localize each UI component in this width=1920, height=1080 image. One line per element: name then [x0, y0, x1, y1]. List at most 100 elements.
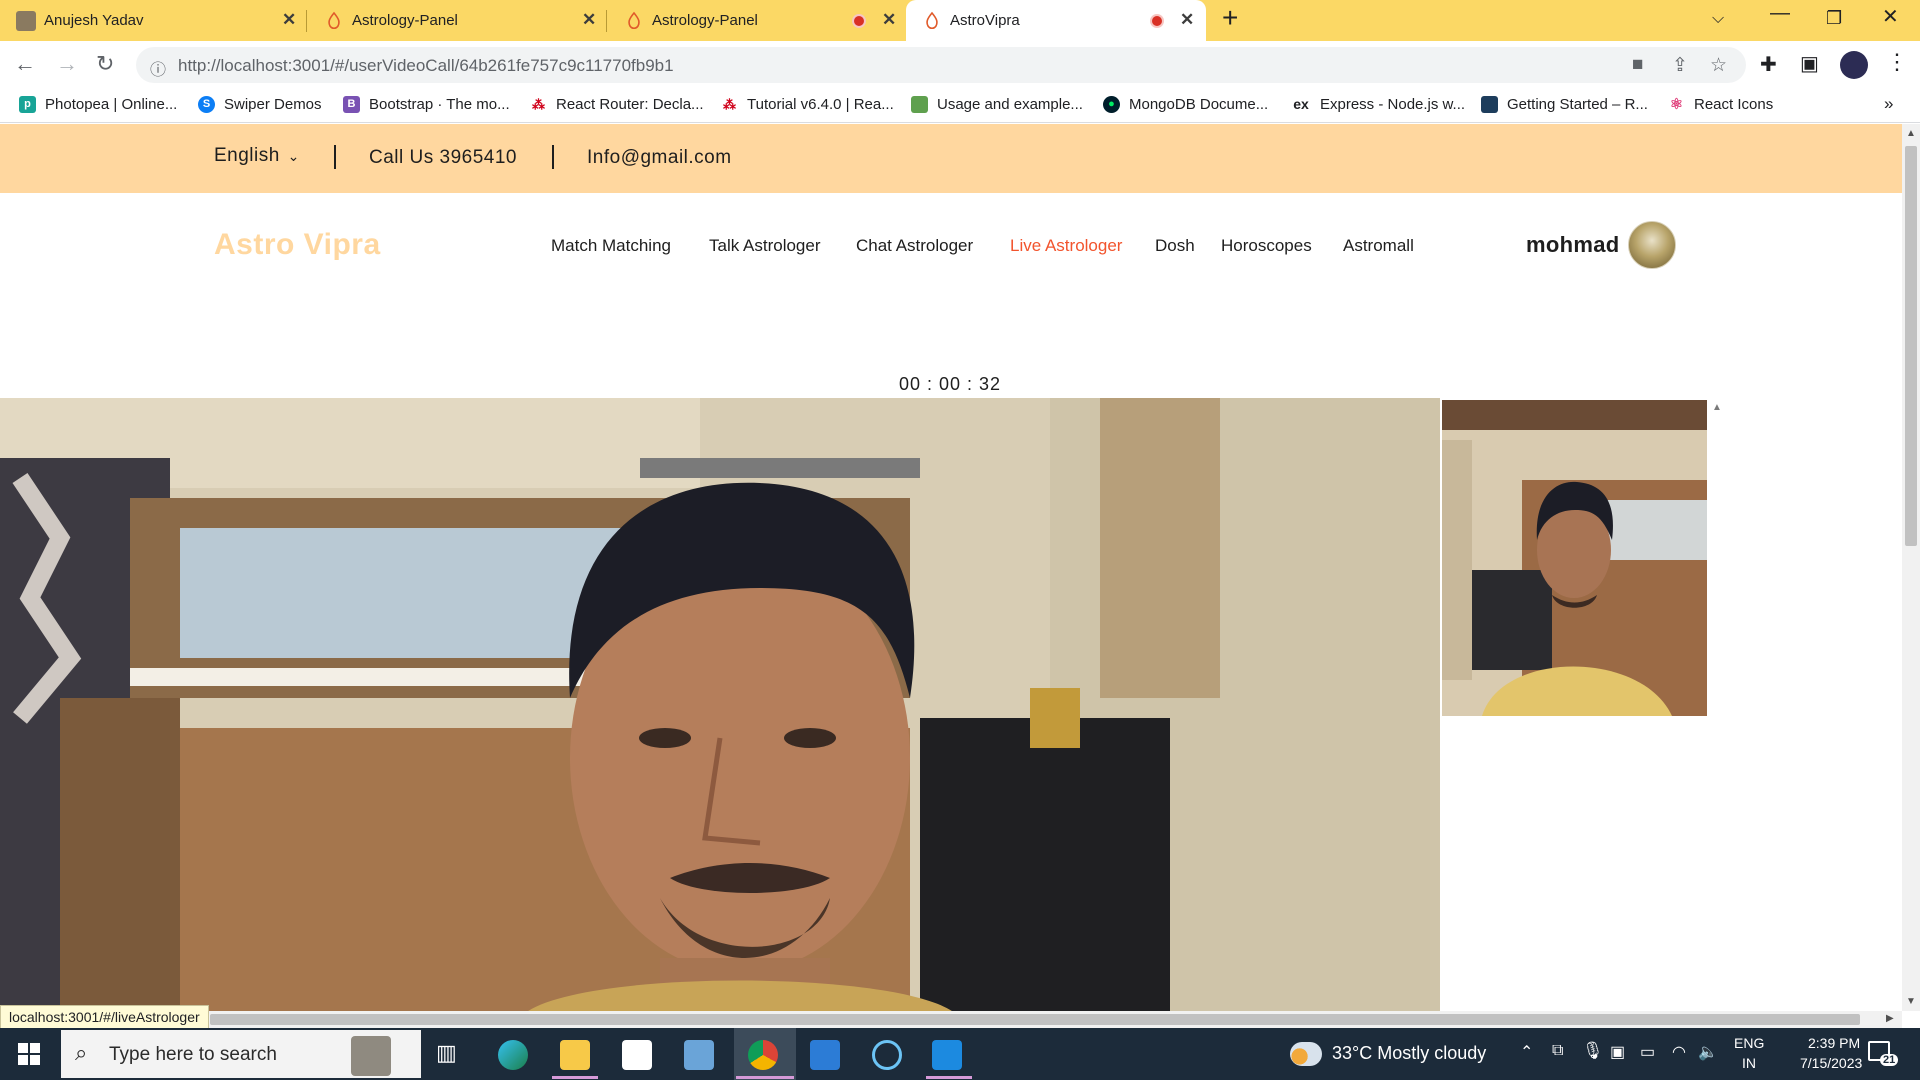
app-icon[interactable] — [684, 1040, 714, 1070]
browser-menu-icon[interactable]: ⋮ — [1886, 49, 1908, 75]
show-hidden-icons-icon[interactable]: ⌃ — [1520, 1042, 1533, 1062]
close-window-icon[interactable]: ✕ — [1882, 4, 1899, 29]
back-icon[interactable]: ← — [14, 51, 36, 77]
camera-icon[interactable]: ■ — [1632, 54, 1643, 76]
scroll-up-icon[interactable]: ▲ — [1906, 128, 1916, 139]
battery-icon[interactable]: ▭ — [1640, 1042, 1655, 1062]
cortana-icon[interactable] — [872, 1040, 902, 1070]
wifi-icon[interactable]: ◠ — [1672, 1042, 1686, 1062]
search-icon: ⌕ — [75, 1040, 88, 1065]
language-selector[interactable]: English ⌄ — [214, 145, 300, 167]
vscode-icon[interactable] — [932, 1040, 962, 1070]
nav-dosh[interactable]: Dosh — [1155, 236, 1195, 256]
clock-date[interactable]: 7/15/2023 — [1800, 1055, 1862, 1071]
microphone-icon[interactable]: 🎙 — [1582, 1041, 1604, 1061]
bookmark-item[interactable]: ● MongoDB Docume... — [1103, 96, 1268, 113]
bookmark-item[interactable]: S Swiper Demos — [198, 96, 322, 113]
tab-close-icon[interactable]: ✕ — [282, 10, 296, 30]
task-view-icon[interactable]: ▥ — [436, 1040, 457, 1066]
bookmark-item[interactable]: ⁂ Tutorial v6.4.0 | Rea... — [721, 96, 894, 113]
language-bottom[interactable]: IN — [1742, 1055, 1756, 1071]
bookmark-label: MongoDB Docume... — [1129, 96, 1269, 113]
new-tab-icon[interactable]: + — [1222, 2, 1238, 34]
tab-close-icon[interactable]: ✕ — [882, 10, 896, 30]
tab-divider — [306, 10, 307, 32]
tab-close-icon[interactable]: ✕ — [582, 10, 596, 30]
volume-icon[interactable]: 🔈 — [1698, 1042, 1718, 1062]
photopea-icon: p — [19, 96, 36, 113]
nav-talk-astrologer[interactable]: Talk Astrologer — [709, 236, 821, 256]
tab-search-chevron-icon[interactable]: ⌵ — [1712, 10, 1724, 28]
bookmark-star-icon[interactable]: ☆ — [1710, 54, 1727, 77]
remote-video-feed[interactable] — [0, 398, 1440, 1011]
browser-tab[interactable]: Anujesh Yadav ✕ — [0, 0, 300, 41]
nav-chat-astrologer[interactable]: Chat Astrologer — [856, 236, 973, 256]
restore-icon[interactable]: ❐ — [1826, 8, 1842, 29]
nav-astromall[interactable]: Astromall — [1343, 236, 1414, 256]
bookmark-item[interactable]: ⚛ React Icons — [1668, 96, 1773, 113]
remote-video-frame — [0, 398, 1440, 1011]
contact-topbar: English ⌄ Call Us 3965410 Info@gmail.com — [0, 124, 1902, 193]
bookmark-item[interactable]: ex Express - Node.js w... — [1291, 96, 1465, 113]
scrollbar-thumb[interactable] — [210, 1014, 1860, 1025]
meet-now-icon[interactable]: ⧉ — [1552, 1042, 1563, 1060]
email-text: Info@gmail.com — [587, 147, 732, 168]
bookmark-item[interactable]: Usage and example... — [911, 96, 1083, 113]
profile-avatar[interactable] — [1840, 51, 1868, 79]
bookmark-item[interactable]: Getting Started – R... — [1481, 96, 1648, 113]
user-avatar[interactable] — [1628, 221, 1676, 269]
self-video-feed[interactable] — [1442, 400, 1707, 716]
page-horizontal-scrollbar[interactable]: ▶ — [0, 1011, 1902, 1028]
scroll-right-icon[interactable]: ▶ — [1886, 1013, 1894, 1024]
browser-tab-active[interactable]: AstroVipra ✕ — [906, 0, 1206, 41]
edge-browser-icon[interactable] — [498, 1040, 528, 1070]
page-vertical-scrollbar[interactable]: ▲ ▼ — [1902, 124, 1920, 1011]
nav-horoscopes[interactable]: Horoscopes — [1221, 236, 1312, 256]
call-timer: 00 : 00 : 32 — [898, 374, 1002, 394]
tab-favicon-icon — [624, 11, 644, 31]
taskbar-search-box[interactable]: ⌕ Type here to search — [61, 1030, 421, 1078]
share-icon[interactable]: ⇪ — [1672, 54, 1688, 77]
microsoft-store-icon[interactable] — [622, 1040, 652, 1070]
reload-icon[interactable]: ↻ — [96, 51, 114, 77]
file-explorer-icon[interactable] — [560, 1040, 590, 1070]
scroll-up-icon[interactable]: ▲ — [1712, 402, 1722, 413]
browser-tab[interactable]: Astrology-Panel ✕ — [308, 0, 608, 41]
tab-title: Anujesh Yadav — [44, 12, 144, 29]
bookmark-label: Swiper Demos — [224, 96, 322, 113]
scroll-down-icon[interactable]: ▼ — [1906, 996, 1916, 1007]
mail-icon[interactable] — [810, 1040, 840, 1070]
scrollbar-thumb[interactable] — [1905, 146, 1917, 546]
language-top[interactable]: ENG — [1734, 1035, 1764, 1051]
bookmark-item[interactable]: B Bootstrap · The mo... — [343, 96, 510, 113]
video-list-scrollbar[interactable]: ▲ — [1707, 400, 1727, 1011]
nav-live-astrologer[interactable]: Live Astrologer — [1010, 236, 1122, 256]
nav-match-matching[interactable]: Match Matching — [551, 236, 671, 256]
url-text[interactable]: http://localhost:3001/#/userVideoCall/64… — [178, 56, 674, 76]
windows-start-icon[interactable] — [18, 1043, 40, 1070]
site-info-icon[interactable]: ⓘ — [150, 56, 166, 80]
taskbar-active-indicator — [552, 1076, 598, 1079]
search-placeholder: Type here to search — [109, 1044, 277, 1065]
chrome-icon[interactable] — [748, 1040, 778, 1070]
nodejs-icon — [911, 96, 928, 113]
side-panel-icon[interactable]: ▣ — [1800, 51, 1819, 76]
forward-icon[interactable]: → — [56, 51, 78, 77]
camera-tray-icon[interactable]: ▣ — [1610, 1042, 1625, 1062]
extensions-icon[interactable]: ✚ — [1760, 52, 1777, 77]
more-bookmarks-icon[interactable]: » — [1884, 94, 1893, 114]
brand-logo[interactable]: Astro Vipra — [214, 228, 381, 262]
weather-cloud-icon[interactable] — [1290, 1042, 1322, 1066]
notification-count-badge: 21 — [1880, 1054, 1899, 1066]
bookmark-item[interactable]: p Photopea | Online... — [19, 96, 177, 113]
user-name[interactable]: mohmad — [1526, 232, 1619, 258]
address-bar[interactable]: ⓘ http://localhost:3001/#/userVideoCall/… — [136, 47, 1746, 83]
minimize-icon[interactable]: — — [1770, 2, 1790, 25]
react-router-icon: ⁂ — [723, 97, 736, 112]
browser-tab[interactable]: Astrology-Panel ✕ — [608, 0, 906, 41]
bookmark-item[interactable]: ⁂ React Router: Decla... — [530, 96, 704, 113]
react-router-icon: ⁂ — [532, 97, 545, 112]
clock-time[interactable]: 2:39 PM — [1808, 1035, 1860, 1051]
tab-close-icon[interactable]: ✕ — [1180, 10, 1194, 30]
weather-text[interactable]: 33°C Mostly cloudy — [1332, 1043, 1486, 1064]
